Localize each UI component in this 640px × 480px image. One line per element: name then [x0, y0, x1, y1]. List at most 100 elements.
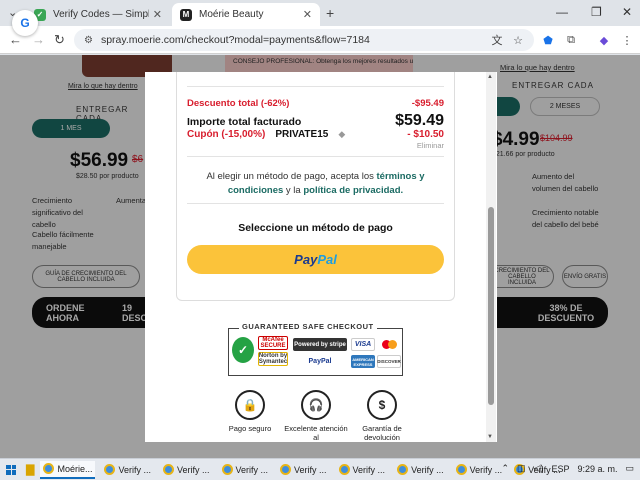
payment-method-title: Seleccione un método de pago	[238, 222, 393, 234]
taskbar-label: Verify ...	[352, 464, 386, 475]
file-explorer-icon[interactable]: ▇	[26, 463, 34, 476]
order-summary-card: Descuento total (-62%) -$95.49 Importe t…	[176, 72, 455, 301]
total-label: Importe total facturado	[187, 116, 302, 128]
taskbar-label: Verify ...	[294, 464, 327, 475]
tab-moerie[interactable]: M Moérie Beauty ✕	[172, 3, 320, 26]
paypal-logo-part: Pal	[317, 252, 337, 267]
stripe-badge: Powered by stripe	[293, 338, 347, 351]
menu-icon[interactable]: ⋮	[620, 33, 634, 47]
taskbar-label: Verify ...	[235, 464, 269, 475]
trust-item: $ Garantía de devolución	[347, 390, 417, 442]
scroll-up-icon[interactable]: ▲	[487, 74, 493, 80]
mcafee-badge: McAfee SECURE	[258, 336, 288, 350]
taskbar-label: Moérie...	[57, 463, 93, 474]
visa-badge: VISA	[351, 338, 375, 351]
tab-simplycodes[interactable]: ✓ Verify Codes — SimplyCodes ✕	[26, 3, 170, 26]
scroll-thumb[interactable]	[488, 207, 494, 405]
clock[interactable]: 9:29 a. m.	[577, 464, 617, 474]
extensions-icon[interactable]: ⧉	[564, 33, 578, 47]
translate-icon[interactable]: 文	[490, 33, 504, 47]
taskbar-label: Verify ...	[177, 464, 210, 475]
discount-value: -$95.49	[411, 98, 444, 109]
check-badge-icon: ✓	[232, 337, 254, 363]
discount-row: Descuento total (-62%) -$95.49	[187, 98, 444, 109]
trust-item: 🎧 Excelente atención al	[281, 390, 351, 442]
coupon-remove-link[interactable]: Eliminar	[417, 141, 444, 150]
system-tray: ⌃ ◫ ◁) ESP 9:29 a. m. ▭	[501, 463, 634, 474]
moerie-icon: M	[180, 8, 192, 21]
forward-icon[interactable]: →	[32, 32, 45, 47]
coupon-code: PRIVATE15	[275, 129, 329, 140]
minimize-icon[interactable]: —	[556, 5, 568, 19]
headset-icon: 🎧	[301, 390, 331, 420]
taskbar: ▇ Moérie... Verify ... Verify ... Verify…	[0, 458, 640, 480]
money-back-icon: $	[367, 390, 397, 420]
close-icon[interactable]: ✕	[153, 8, 162, 21]
google-translate-icon[interactable]: G	[12, 10, 38, 36]
tab-title: Verify Codes — SimplyCodes	[53, 9, 149, 20]
scroll-down-icon[interactable]: ▼	[487, 434, 493, 440]
trust-label: Garantía de devolución	[362, 424, 402, 442]
reload-icon[interactable]: ↻	[54, 32, 65, 48]
total-value: $59.49	[395, 112, 444, 129]
taskbar-item[interactable]: Verify ...	[277, 461, 330, 479]
chrome-icon	[338, 464, 350, 475]
start-button[interactable]	[2, 459, 20, 480]
safe-checkout-box: GUARANTEED SAFE CHECKOUT ✓ McAfee SECURE…	[228, 322, 403, 376]
discover-badge: DISCOVER	[377, 355, 401, 368]
modal-scrollbar[interactable]: ▲ ▼	[486, 72, 496, 442]
trust-label: Excelente atención al	[284, 424, 348, 442]
tag-icon: ◆	[338, 129, 346, 139]
taskbar-item[interactable]: Verify ...	[160, 461, 213, 479]
chrome-icon	[455, 464, 467, 475]
taskbar-item[interactable]: Verify ...	[453, 461, 506, 479]
trust-label: Pago seguro	[228, 424, 272, 433]
address-bar[interactable]: ⚙ spray.moerie.com/checkout?modal=paymen…	[74, 29, 534, 51]
taskbar-item[interactable]: Verify ...	[336, 461, 389, 479]
legal-prefix: Al elegir un método de pago, acepta los	[206, 171, 374, 182]
browser-toolbar: ← → ↻ ⚙ spray.moerie.com/checkout?modal=…	[0, 26, 640, 54]
site-info-icon[interactable]: ⚙	[84, 35, 93, 46]
close-window-icon[interactable]: ✕	[622, 5, 632, 19]
paypal-badge: PayPal	[308, 358, 332, 365]
chevron-up-icon[interactable]: ⌃	[501, 463, 509, 474]
chrome-icon	[163, 464, 174, 475]
url-text: spray.moerie.com/checkout?modal=payments…	[100, 34, 370, 46]
paypal-button[interactable]: Pay Pal	[187, 245, 444, 274]
paypal-logo-part: Pay	[294, 252, 318, 267]
notifications-icon[interactable]: ▭	[625, 463, 634, 474]
total-row: Importe total facturado $59.49	[187, 112, 444, 130]
coupon-label: Cupón (-15,00%)	[187, 129, 266, 140]
close-icon[interactable]: ✕	[303, 8, 312, 21]
bookmark-star-icon[interactable]: ☆	[511, 33, 525, 47]
payment-modal: Descuento total (-62%) -$95.49 Importe t…	[145, 72, 497, 442]
mastercard-icon	[379, 338, 399, 351]
tab-bar: ⌄ ✓ Verify Codes — SimplyCodes ✕ M Moéri…	[0, 0, 640, 26]
restore-icon[interactable]: ❐	[591, 5, 602, 19]
taskbar-label: Verify ...	[469, 464, 503, 475]
chrome-icon	[280, 464, 292, 475]
windows-icon	[6, 464, 16, 475]
profile-icon[interactable]: ◆	[597, 33, 611, 47]
taskbar-label: Verify ...	[118, 464, 151, 475]
trust-item: 🔒 Pago seguro	[215, 390, 285, 433]
privacy-link[interactable]: política de privacidad.	[303, 185, 403, 196]
taskbar-item[interactable]: Verify ...	[101, 461, 154, 479]
discount-label: Descuento total (-62%)	[187, 98, 290, 109]
chrome-icon	[397, 464, 409, 475]
taskbar-item[interactable]: Verify ...	[219, 461, 272, 479]
taskbar-item[interactable]: Verify ...	[394, 461, 447, 479]
chrome-icon	[221, 464, 233, 475]
lock-icon: 🔒	[235, 390, 265, 420]
taskbar-item[interactable]: Moérie...	[40, 460, 96, 479]
network-icon[interactable]: ◫	[517, 463, 526, 474]
new-tab-button[interactable]: +	[326, 5, 334, 21]
tab-title: Moérie Beauty	[199, 9, 264, 20]
coupon-row: Cupón (-15,00%) PRIVATE15 ◆ - $10.50	[187, 129, 444, 140]
legal-text: Al elegir un método de pago, acepta los …	[187, 170, 444, 198]
language-indicator[interactable]: ESP	[551, 464, 569, 474]
shield-extension-icon[interactable]: ⬟	[541, 33, 555, 47]
amex-badge: AMERICAN EXPRESS	[351, 355, 375, 368]
norton-badge: Norton by Symantec	[258, 352, 288, 366]
volume-icon[interactable]: ◁)	[534, 463, 544, 474]
